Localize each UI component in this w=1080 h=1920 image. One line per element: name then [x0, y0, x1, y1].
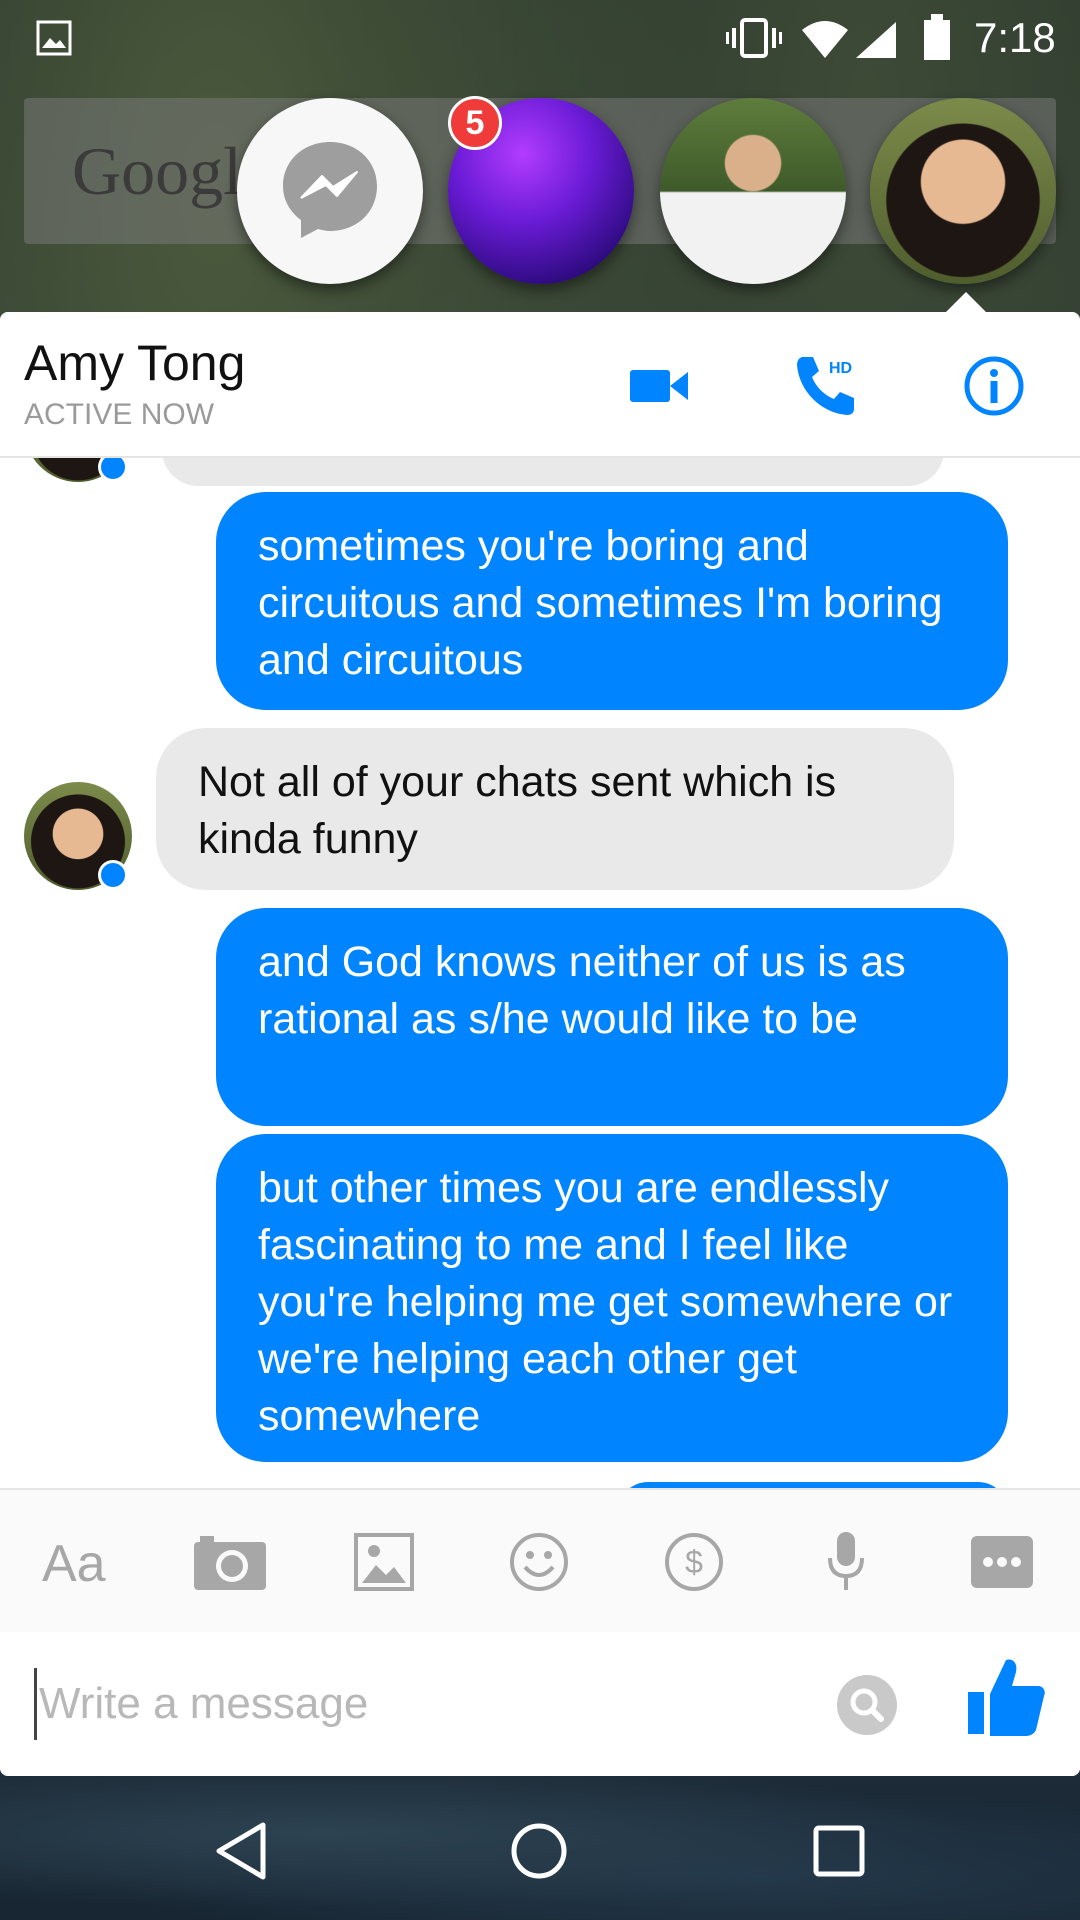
phone-icon: HD [793, 353, 863, 424]
payment-button[interactable]: $ [658, 1532, 730, 1596]
messenger-badge [98, 456, 128, 482]
message-input[interactable] [34, 1668, 801, 1740]
search-icon [836, 1675, 898, 1740]
emoji-icon [508, 1531, 570, 1598]
chat-header: Amy Tong ACTIVE NOW HD [0, 312, 1080, 458]
contact-name[interactable]: Amy Tong [24, 334, 245, 392]
chat-head-amy-tong[interactable] [870, 98, 1056, 284]
vibrate-icon [726, 16, 782, 65]
composer [0, 1632, 1080, 1776]
battery-icon [922, 14, 952, 65]
emoji-button[interactable] [503, 1532, 575, 1596]
microphone-icon [824, 1530, 868, 1599]
unread-badge: 5 [448, 96, 502, 150]
signal-icon [854, 20, 898, 65]
video-call-button[interactable] [620, 348, 700, 428]
messenger-icon [275, 134, 385, 249]
message-list[interactable]: sometimes you're boring and circuitous a… [0, 456, 1080, 1488]
info-icon [963, 355, 1025, 422]
image-icon [354, 1532, 414, 1596]
microphone-button[interactable] [810, 1530, 882, 1599]
chat-head-contact[interactable] [660, 98, 846, 284]
back-icon [213, 1821, 269, 1886]
home-button[interactable] [504, 1818, 574, 1888]
more-icon [971, 1535, 1033, 1593]
wifi-icon [800, 20, 850, 65]
navigation-bar [0, 1776, 1080, 1920]
like-button[interactable] [966, 1654, 1046, 1743]
camera-icon [194, 1534, 266, 1595]
status-bar: 7:18 [0, 0, 1080, 78]
thumbs-up-icon [966, 1659, 1046, 1742]
clock: 7:18 [974, 14, 1056, 61]
message-outgoing[interactable]: sometimes you're boring and circuitous a… [216, 492, 1008, 710]
more-button[interactable] [966, 1532, 1038, 1596]
previous-message-bubble [162, 456, 944, 486]
gallery-icon [36, 20, 72, 61]
chat-panel: Amy Tong ACTIVE NOW HD sometimes you're … [0, 312, 1080, 1776]
home-icon [510, 1822, 568, 1885]
hd-label: HD [829, 360, 852, 377]
back-button[interactable] [206, 1818, 276, 1888]
gallery-button[interactable] [348, 1532, 420, 1596]
message-incoming[interactable]: Not all of your chats sent which is kind… [156, 728, 954, 890]
messenger-badge [98, 860, 128, 890]
svg-text:$: $ [685, 1544, 703, 1580]
info-button[interactable] [954, 348, 1034, 428]
payment-icon: $ [663, 1531, 725, 1598]
active-head-pointer [946, 292, 986, 312]
search-button[interactable] [836, 1674, 898, 1741]
message-outgoing[interactable]: and God knows neither of us is as ration… [216, 908, 1008, 1126]
recents-button[interactable] [804, 1818, 874, 1888]
composer-toolbar: Aa $ [0, 1488, 1080, 1634]
messenger-chat-head[interactable] [237, 98, 423, 284]
camera-button[interactable] [194, 1532, 266, 1596]
message-outgoing[interactable]: but other times you are endlessly fascin… [216, 1134, 1008, 1462]
recents-icon [812, 1824, 866, 1883]
text-format-button[interactable]: Aa [42, 1532, 106, 1596]
voice-call-button[interactable]: HD [788, 348, 868, 428]
video-icon [630, 366, 690, 411]
contact-status: ACTIVE NOW [24, 398, 215, 431]
